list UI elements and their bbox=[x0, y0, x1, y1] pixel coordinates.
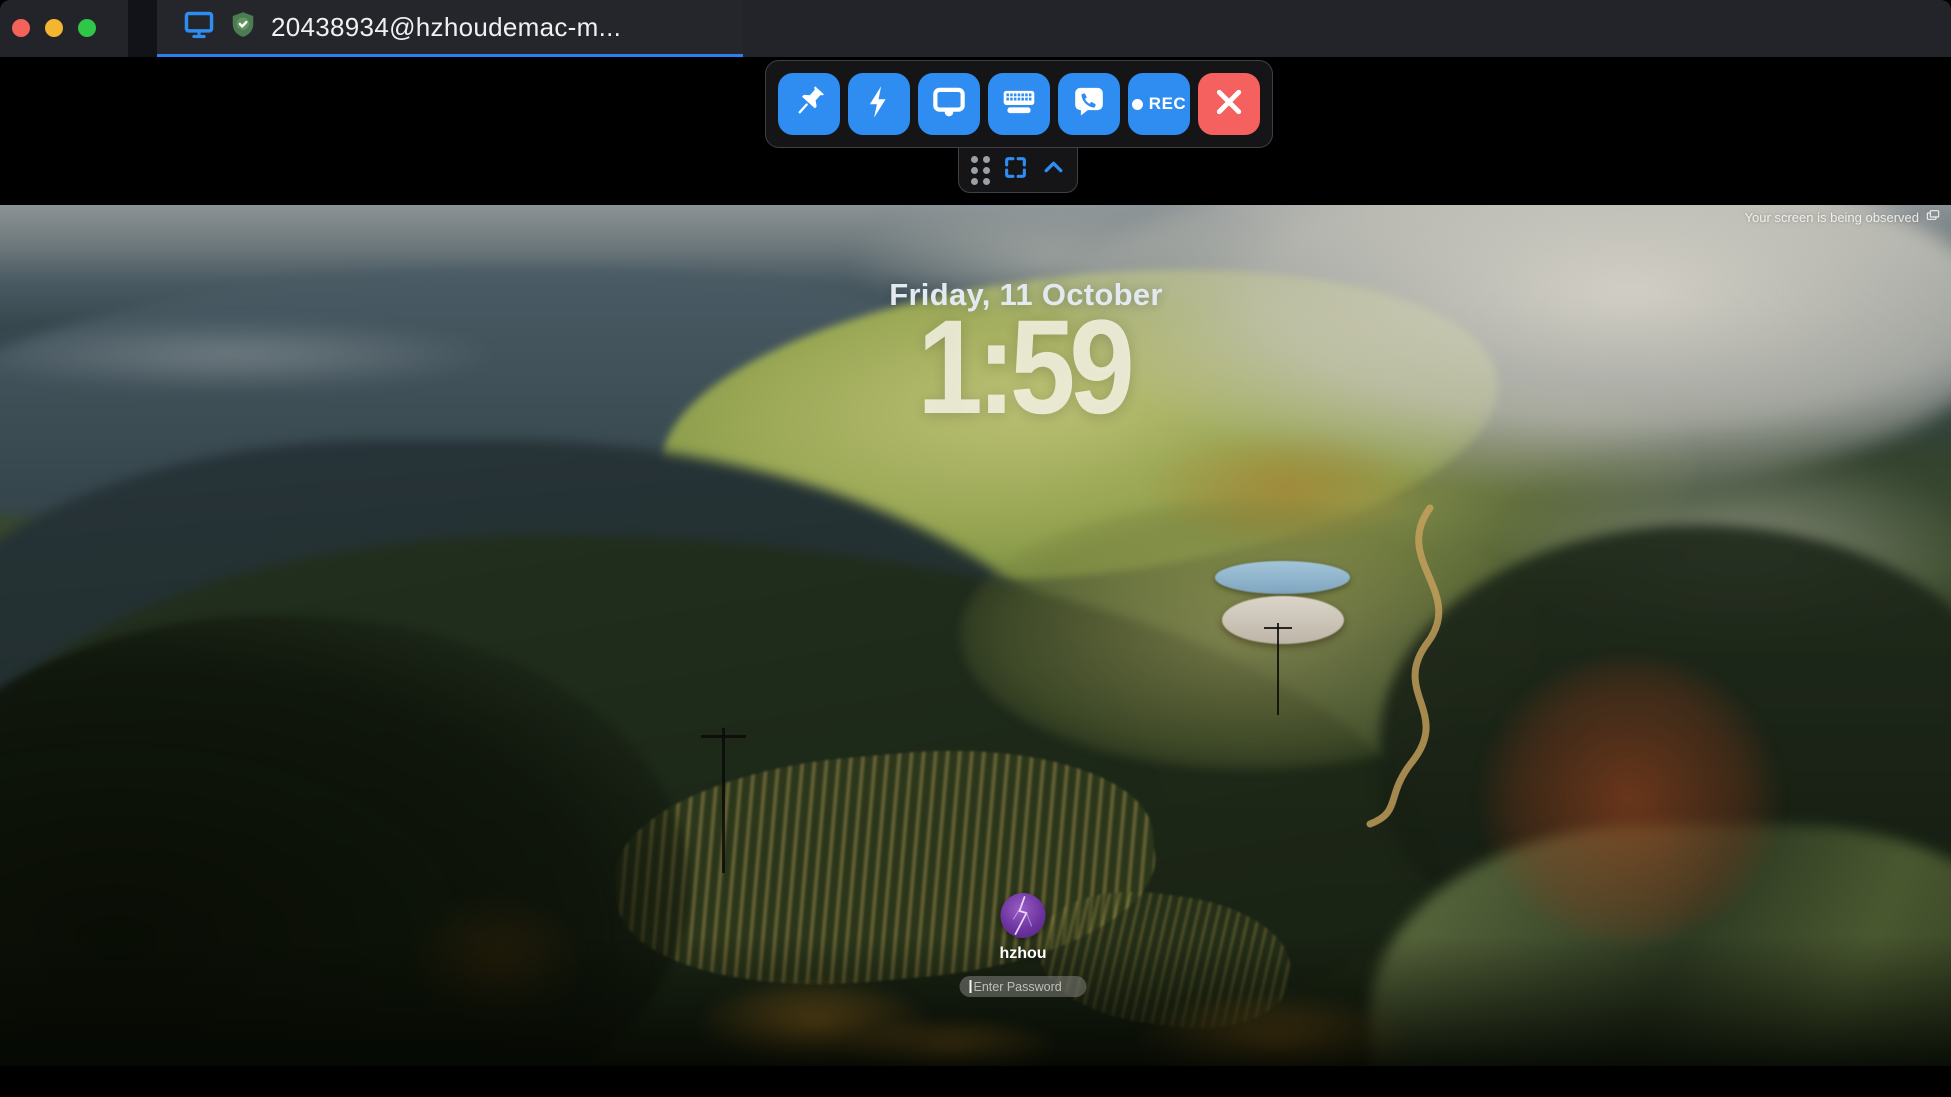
pin-icon bbox=[791, 84, 827, 125]
lock-screen-username: hzhou bbox=[999, 945, 1046, 963]
chevron-up-icon[interactable] bbox=[1041, 155, 1066, 185]
zoom-window-button[interactable] bbox=[78, 19, 96, 37]
wallpaper-vineyard-rows bbox=[1032, 878, 1298, 1042]
user-avatar[interactable] bbox=[1001, 893, 1046, 938]
record-dot-icon: REC bbox=[1132, 94, 1186, 114]
wallpaper-cloud bbox=[1050, 205, 1951, 495]
display-button[interactable] bbox=[918, 73, 980, 135]
wallpaper-dirt-road bbox=[1330, 500, 1500, 830]
wallpaper-hills bbox=[1370, 825, 1951, 1066]
lens-flare bbox=[1480, 657, 1780, 942]
secure-shield-icon bbox=[228, 10, 258, 45]
monitor-icon bbox=[931, 84, 967, 125]
lock-screen-time: 1:59 bbox=[917, 291, 1128, 444]
wallpaper-forest bbox=[0, 535, 1440, 1025]
close-session-button[interactable] bbox=[1198, 73, 1260, 135]
wallpaper-autumn-trees bbox=[1140, 995, 1410, 1066]
fullscreen-icon[interactable] bbox=[1003, 155, 1028, 185]
wallpaper-dark-forest bbox=[0, 615, 690, 1066]
record-button[interactable]: REC bbox=[1128, 73, 1190, 135]
tab-divider bbox=[128, 0, 157, 57]
wallpaper-autumn-trees bbox=[700, 980, 930, 1066]
session-tab[interactable]: 20438934@hzhoudemac-m... bbox=[157, 0, 743, 57]
voice-call-button[interactable] bbox=[1058, 73, 1120, 135]
utility-pole bbox=[722, 728, 725, 873]
lightning-icon bbox=[861, 84, 897, 125]
wallpaper-pond bbox=[1215, 561, 1350, 594]
close-icon bbox=[1211, 84, 1247, 125]
close-window-button[interactable] bbox=[12, 19, 30, 37]
wallpaper-pond bbox=[1222, 596, 1344, 644]
wallpaper-fog bbox=[0, 320, 490, 390]
wallpaper-autumn-patch bbox=[1150, 430, 1420, 545]
minimize-window-button[interactable] bbox=[45, 19, 63, 37]
drag-dots-icon[interactable] bbox=[971, 156, 990, 185]
wallpaper-forest-ridge bbox=[0, 440, 1160, 970]
wallpaper-shadow bbox=[0, 936, 1951, 1066]
remote-screen[interactable]: Your screen is being observed Friday, 11… bbox=[0, 205, 1951, 1066]
utility-pole-crossarm bbox=[701, 735, 746, 738]
record-label: REC bbox=[1149, 94, 1186, 114]
wallpaper-meadow bbox=[960, 500, 1540, 770]
utility-pole-crossarm bbox=[1264, 627, 1292, 629]
wallpaper-fog bbox=[1500, 445, 1951, 655]
toolbar-handle bbox=[958, 148, 1078, 193]
utility-pole bbox=[1277, 623, 1279, 715]
screen-share-icon bbox=[1925, 208, 1941, 227]
monitor-icon bbox=[183, 9, 215, 46]
screen-observed-notice: Your screen is being observed bbox=[1745, 208, 1941, 227]
session-tab-title: 20438934@hzhoudemac-m... bbox=[271, 12, 621, 43]
actions-button[interactable] bbox=[848, 73, 910, 135]
client-area: REC bbox=[0, 57, 1951, 1097]
password-input[interactable] bbox=[960, 976, 1087, 997]
wallpaper-autumn-trees bbox=[410, 895, 580, 1025]
remote-desktop-window: 20438934@hzhoudemac-m... REC bbox=[0, 0, 1951, 1097]
screen-observed-text: Your screen is being observed bbox=[1745, 210, 1919, 225]
keyboard-icon bbox=[1001, 84, 1037, 125]
keyboard-button[interactable] bbox=[988, 73, 1050, 135]
traffic-lights bbox=[12, 19, 96, 37]
text-caret bbox=[970, 980, 972, 993]
pin-toolbar-button[interactable] bbox=[778, 73, 840, 135]
password-field[interactable] bbox=[960, 976, 1087, 997]
chat-phone-icon bbox=[1071, 84, 1107, 125]
session-toolbar: REC bbox=[765, 60, 1273, 148]
wallpaper-vineyard-rows bbox=[606, 732, 1164, 1003]
window-titlebar: 20438934@hzhoudemac-m... bbox=[0, 0, 1951, 57]
wallpaper-autumn-trees bbox=[845, 1020, 1055, 1066]
wallpaper-valley bbox=[1380, 525, 1951, 955]
